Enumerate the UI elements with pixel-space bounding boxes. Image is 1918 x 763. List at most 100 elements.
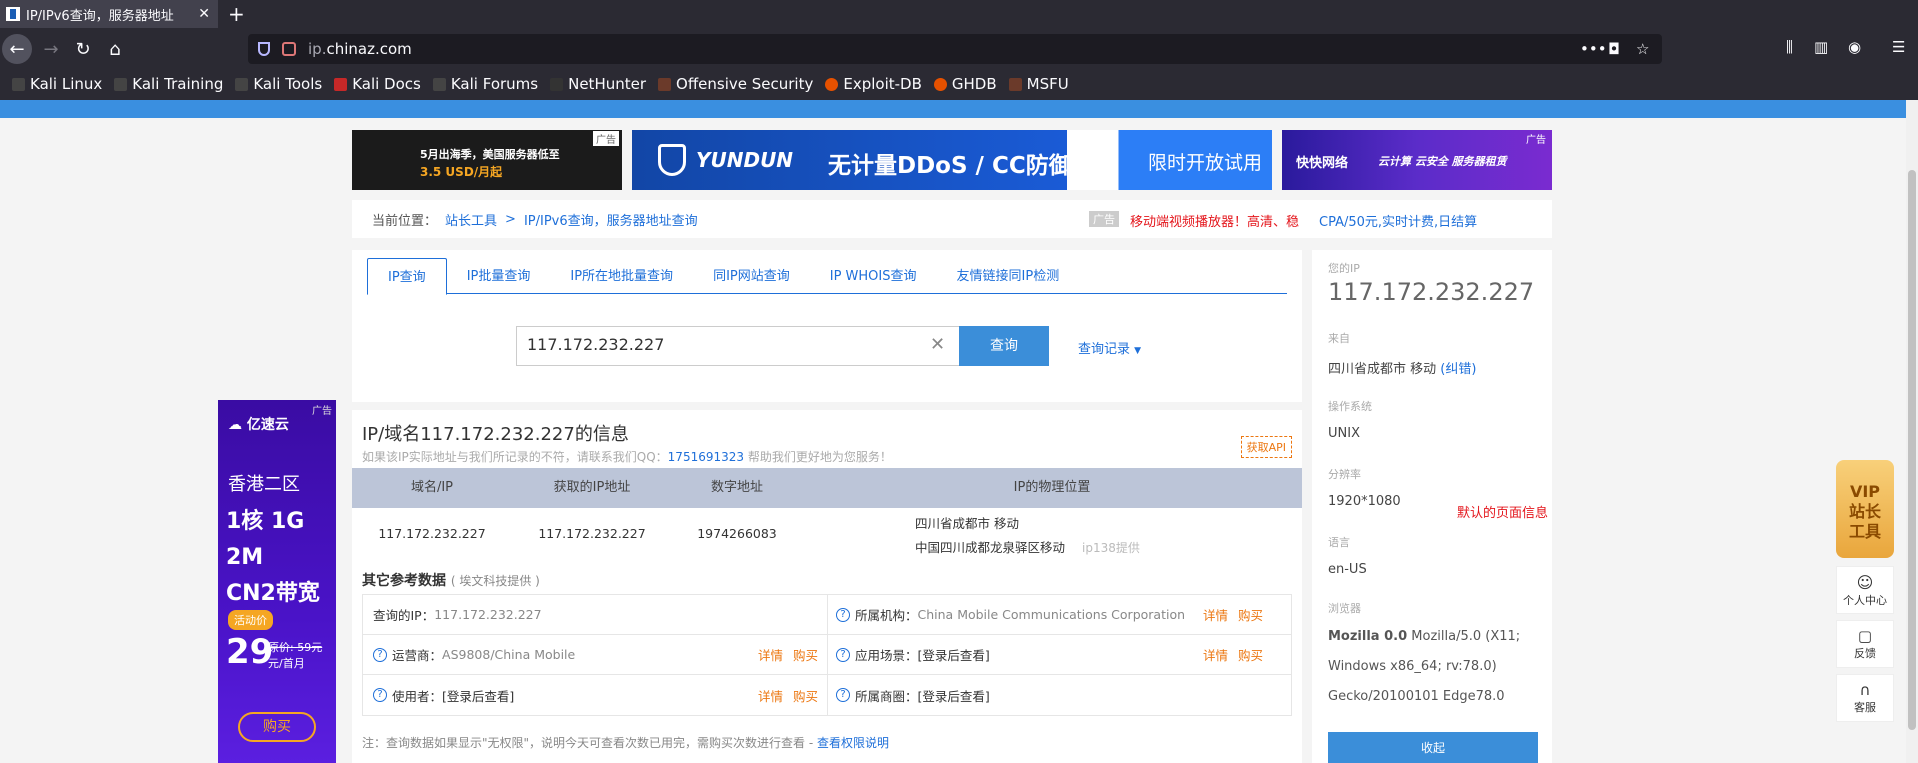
ad3-text: 云计算 云安全 服务器租赁 xyxy=(1378,155,1507,168)
yundun-shield-icon xyxy=(658,144,686,176)
ref-isp: ? 运营商： AS9808/China Mobile 详情 购买 xyxy=(363,635,828,675)
ad2-text: 无计量DDoS / CC防御 xyxy=(828,153,1072,179)
info-note: 如果该IP实际地址与我们所记录的不符，请联系我们QQ：1751691323 帮助… xyxy=(362,450,892,464)
ref-org: ? 所属机构： China Mobile Communications Corpor… xyxy=(828,595,1291,635)
tab-same-ip-sites[interactable]: 同IP网站查询 xyxy=(693,258,810,294)
tab-ip-whois[interactable]: IP WHOIS查询 xyxy=(810,258,937,294)
bookmark-kali-docs[interactable]: Kali Docs xyxy=(334,75,421,93)
insecure-lock-icon[interactable] xyxy=(282,42,296,56)
cell-ip-address: 117.172.232.227 xyxy=(538,526,646,541)
sidebar-icon[interactable]: ▥ xyxy=(1814,38,1828,56)
reload-icon[interactable]: ↻ xyxy=(68,34,98,64)
vip-tools-float[interactable]: VIP 站长 工具 xyxy=(1836,460,1894,558)
close-tab-icon[interactable]: ✕ xyxy=(198,6,210,22)
permission-link[interactable]: 查看权限说明 xyxy=(817,736,889,750)
tab-friend-link-ip[interactable]: 友情链接同IP检测 xyxy=(937,258,1080,294)
os-label: 操作系统 xyxy=(1328,400,1372,413)
ad-tag: 广告 xyxy=(312,406,332,417)
library-icon[interactable]: ⫼ xyxy=(1786,38,1793,56)
bookmark-kali-linux[interactable]: Kali Linux xyxy=(12,75,102,93)
bookmark-kali-training[interactable]: Kali Training xyxy=(114,75,223,93)
personal-center-button[interactable]: ☺ 个人中心 xyxy=(1836,566,1894,614)
get-api-button[interactable]: 获取API xyxy=(1240,436,1292,458)
buy-link[interactable]: 购买 xyxy=(793,645,818,664)
site-nav xyxy=(0,100,1918,118)
bookmark-kali-forums[interactable]: Kali Forums xyxy=(432,75,538,93)
detail-link[interactable]: 详情 xyxy=(758,645,783,664)
pocket-icon[interactable]: ◘ xyxy=(1608,40,1620,58)
page-actions-icon[interactable]: ••• xyxy=(1580,40,1607,58)
top-ad-1[interactable]: 广告 5月出海季，美国服务器低至 3.5 USD/月起 xyxy=(352,130,622,190)
breadcrumb-ad-tag: 广告 xyxy=(1089,211,1119,227)
customer-service-button[interactable]: ∩ 客服 xyxy=(1836,674,1894,722)
location-primary: 四川省成都市 移动 xyxy=(915,516,1019,531)
buy-link[interactable]: 购买 xyxy=(1238,645,1263,664)
text-ad-blue[interactable]: CPA/50元,实时计费,日结算 xyxy=(1319,211,1477,230)
other-data-source: ( 埃文科技提供 ) xyxy=(450,574,540,588)
url-bar[interactable]: ip.chinaz.com ••• ◘ ☆ xyxy=(248,34,1662,64)
breadcrumb-home-link[interactable]: 站长工具 xyxy=(445,210,497,229)
scrollbar-thumb[interactable] xyxy=(1908,170,1916,730)
top-ad-3[interactable]: 广告 快快网络 云计算 云安全 服务器租赁 xyxy=(1282,130,1552,190)
bookmark-exploit-db[interactable]: Exploit-DB xyxy=(825,75,922,93)
menu-icon[interactable]: ☰ xyxy=(1892,38,1905,56)
chinaz-favicon-icon xyxy=(6,7,20,21)
tab-ip-location-batch[interactable]: IP所在地批量查询 xyxy=(550,258,693,294)
browser-tab[interactable]: IP/IPv6查询，服务器地址 ✕ xyxy=(0,0,218,28)
detail-link[interactable]: 详情 xyxy=(758,686,783,705)
bookmark-star-icon[interactable]: ☆ xyxy=(1636,40,1649,58)
bookmark-nethunter[interactable]: NetHunter xyxy=(550,75,646,93)
breadcrumb-current-link[interactable]: IP/IPv6查询，服务器地址查询 xyxy=(524,210,698,229)
forward-arrow-icon[interactable]: → xyxy=(36,34,66,64)
buy-link[interactable]: 购买 xyxy=(793,686,818,705)
help-icon[interactable]: ? xyxy=(836,647,850,662)
ref-query-ip: 查询的IP： 117.172.232.227 xyxy=(363,595,828,635)
resolution-label: 分辨率 xyxy=(1328,468,1361,481)
ad-buy-button[interactable]: 购买 xyxy=(238,712,316,742)
fix-link[interactable]: (纠错) xyxy=(1440,362,1476,377)
scrollbar[interactable] xyxy=(1906,100,1918,763)
query-history-dropdown[interactable]: 查询记录 ▼ xyxy=(1078,338,1141,357)
top-ad-2[interactable]: YUNDUN 无计量DDoS / CC防御 限时开放试用 xyxy=(632,130,1272,190)
detail-link[interactable]: 详情 xyxy=(1203,645,1228,664)
bookmark-msfu[interactable]: MSFU xyxy=(1008,75,1069,93)
ad-unit: 原价: 59元 元/首月 xyxy=(268,641,323,670)
ip-search-input[interactable]: 117.172.232.227 xyxy=(516,326,960,366)
collapse-button[interactable]: 收起 xyxy=(1328,732,1538,763)
detail-link[interactable]: 详情 xyxy=(1203,605,1228,624)
tracking-shield-icon[interactable] xyxy=(258,42,270,56)
tab-ip-query[interactable]: IP查询 xyxy=(367,258,447,295)
ad3-brand: 快快网络 xyxy=(1296,156,1349,171)
ad1-line2: 3.5 USD/月起 xyxy=(420,165,503,179)
help-icon[interactable]: ? xyxy=(836,688,850,702)
bookmark-ghdb[interactable]: GHDB xyxy=(933,75,997,93)
bookmark-kali-tools[interactable]: Kali Tools xyxy=(235,75,322,93)
tab-ip-batch[interactable]: IP批量查询 xyxy=(447,258,551,294)
account-icon[interactable]: ◉ xyxy=(1848,38,1861,56)
new-tab-icon[interactable]: + xyxy=(228,2,245,26)
os-value: UNIX xyxy=(1328,426,1360,441)
buy-link[interactable]: 购买 xyxy=(1238,605,1263,624)
cell-numeric-address: 1974266083 xyxy=(697,526,777,541)
headset-icon: ∩ xyxy=(1859,681,1871,699)
bookmark-offensive-security[interactable]: Offensive Security xyxy=(658,75,813,93)
back-arrow-icon[interactable]: ← xyxy=(2,34,32,64)
query-tabs: IP查询 IP批量查询 IP所在地批量查询 同IP网站查询 IP WHOIS查询… xyxy=(367,258,1287,295)
other-data-title: 其它参考数据 ( 埃文科技提供 ) xyxy=(362,573,540,589)
help-icon[interactable]: ? xyxy=(373,688,387,702)
clear-icon[interactable]: ✕ xyxy=(930,334,945,355)
resolution-value: 1920*1080 xyxy=(1328,494,1401,509)
ref-circle: ? 所属商圈： [登录后查看] xyxy=(828,675,1291,715)
text-ad-red[interactable]: 移动端视频播放器！高清、稳 xyxy=(1130,211,1299,230)
home-icon[interactable]: ⌂ xyxy=(100,34,130,64)
left-side-ad[interactable]: 广告 ☁ 亿速云 香港二区 1核 1G 2M CN2带宽 活动价 29 原价: 5… xyxy=(218,400,336,763)
help-icon[interactable]: ? xyxy=(373,647,387,662)
query-button[interactable]: 查询 xyxy=(959,326,1049,366)
ad-tag: 广告 xyxy=(1526,135,1546,146)
help-icon[interactable]: ? xyxy=(836,607,850,622)
language-label: 语言 xyxy=(1328,536,1350,549)
page-content: 广告 5月出海季，美国服务器低至 3.5 USD/月起 YUNDUN 无计量DD… xyxy=(0,100,1918,763)
qq-link[interactable]: 1751691323 xyxy=(668,450,744,464)
feedback-button[interactable]: ▢ 反馈 xyxy=(1836,620,1894,668)
cell-location: 四川省成都市 移动 中国四川成都龙泉驿区移动 ip138提供 xyxy=(902,508,1207,560)
